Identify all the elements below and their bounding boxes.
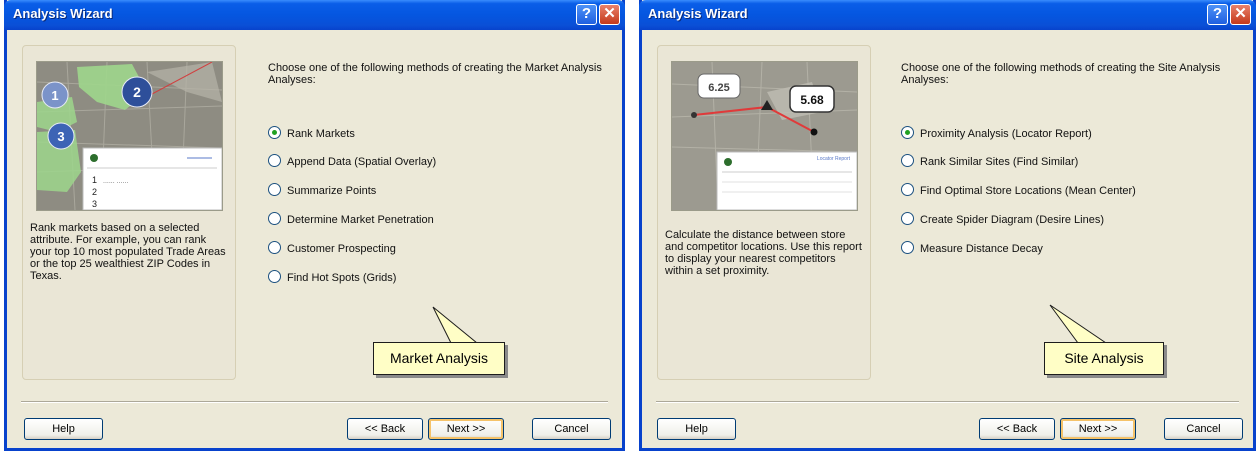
- radio-selected-icon[interactable]: [901, 126, 914, 139]
- option-append-data[interactable]: Append Data (Spatial Overlay): [268, 154, 436, 170]
- title-bar[interactable]: Analysis Wizard ? ✕: [639, 0, 1256, 30]
- map-marker-1: 1: [51, 88, 58, 103]
- market-analysis-wizard-dialog: Analysis Wizard ? ✕ 1 2 3 1 2 3 ...... .…: [4, 0, 625, 451]
- help-button[interactable]: Help: [657, 418, 736, 440]
- next-button[interactable]: Next >>: [428, 418, 504, 440]
- window-title: Analysis Wizard: [13, 6, 113, 21]
- radio-icon[interactable]: [268, 183, 281, 196]
- option-rank-similar-sites[interactable]: Rank Similar Sites (Find Similar): [901, 154, 1078, 170]
- option-summarize-points[interactable]: Summarize Points: [268, 183, 376, 199]
- description-panel: 1 2 3 1 2 3 ...... ...... Rank markets b…: [22, 45, 236, 380]
- distance-value-a: 6.25: [708, 82, 729, 94]
- question-icon: ?: [581, 5, 592, 22]
- close-icon: ✕: [603, 5, 616, 22]
- option-hot-spots[interactable]: Find Hot Spots (Grids): [268, 270, 396, 286]
- option-optimal-store-locations[interactable]: Find Optimal Store Locations (Mean Cente…: [901, 183, 1136, 199]
- method-description: Calculate the distance between store and…: [665, 229, 862, 277]
- option-rank-markets[interactable]: Rank Markets: [268, 126, 355, 142]
- option-spider-diagram[interactable]: Create Spider Diagram (Desire Lines): [901, 212, 1104, 228]
- option-label: Find Optimal Store Locations (Mean Cente…: [920, 185, 1136, 197]
- market-map-illustration: 1 2 3 1 2 3 ...... ......: [36, 61, 223, 211]
- option-label: Measure Distance Decay: [920, 243, 1043, 255]
- radio-icon[interactable]: [268, 270, 281, 283]
- back-button[interactable]: << Back: [979, 418, 1055, 440]
- help-button[interactable]: Help: [24, 418, 103, 440]
- method-description: Rank markets based on a selected attribu…: [30, 222, 226, 282]
- help-title-button[interactable]: ?: [1207, 4, 1228, 25]
- footer-divider: [656, 401, 1239, 403]
- option-label: Find Hot Spots (Grids): [287, 272, 397, 284]
- report-title: Locator Report: [817, 156, 851, 162]
- map-marker-2: 2: [133, 84, 141, 100]
- cancel-button[interactable]: Cancel: [1164, 418, 1243, 440]
- option-label: Append Data (Spatial Overlay): [287, 156, 437, 168]
- option-label: Customer Prospecting: [287, 243, 396, 255]
- help-title-button[interactable]: ?: [576, 4, 597, 25]
- option-market-penetration[interactable]: Determine Market Penetration: [268, 212, 434, 228]
- question-icon: ?: [1212, 5, 1223, 22]
- map-marker-3: 3: [57, 129, 64, 144]
- title-bar[interactable]: Analysis Wizard ? ✕: [4, 0, 625, 30]
- radio-icon[interactable]: [901, 212, 914, 225]
- next-button[interactable]: Next >>: [1060, 418, 1136, 440]
- instructions-text: Choose one of the following methods of c…: [901, 62, 1221, 86]
- option-distance-decay[interactable]: Measure Distance Decay: [901, 241, 1043, 257]
- close-button[interactable]: ✕: [1230, 4, 1251, 25]
- rank-row-3: 3: [92, 199, 97, 209]
- back-button[interactable]: << Back: [347, 418, 423, 440]
- window-title: Analysis Wizard: [648, 6, 748, 21]
- option-proximity-analysis[interactable]: Proximity Analysis (Locator Report): [901, 126, 1092, 142]
- option-label: Determine Market Penetration: [287, 214, 434, 226]
- radio-icon[interactable]: [268, 212, 281, 225]
- radio-selected-icon[interactable]: [268, 126, 281, 139]
- close-button[interactable]: ✕: [599, 4, 620, 25]
- callout-label: Site Analysis: [1044, 342, 1164, 375]
- radio-icon[interactable]: [901, 241, 914, 254]
- rank-row-2: 2: [92, 187, 97, 197]
- option-label: Create Spider Diagram (Desire Lines): [920, 214, 1105, 226]
- rank-row-filler: ...... ......: [103, 178, 128, 185]
- site-map-illustration: 6.25 5.68 Locator Report: [671, 61, 858, 211]
- radio-icon[interactable]: [901, 154, 914, 167]
- close-icon: ✕: [1234, 5, 1247, 22]
- description-panel: 6.25 5.68 Locator Report Calculate the d…: [657, 45, 871, 380]
- option-label: Proximity Analysis (Locator Report): [920, 128, 1092, 140]
- radio-icon[interactable]: [268, 154, 281, 167]
- instructions-text: Choose one of the following methods of c…: [268, 62, 602, 86]
- option-customer-prospecting[interactable]: Customer Prospecting: [268, 241, 396, 257]
- option-label: Rank Similar Sites (Find Similar): [920, 156, 1079, 168]
- footer-divider: [21, 401, 608, 403]
- option-label: Summarize Points: [287, 185, 377, 197]
- radio-icon[interactable]: [901, 183, 914, 196]
- cancel-button[interactable]: Cancel: [532, 418, 611, 440]
- radio-icon[interactable]: [268, 241, 281, 254]
- rank-row-1: 1: [92, 175, 97, 185]
- site-analysis-wizard-dialog: Analysis Wizard ? ✕ 6.25 5.68 Locator Re…: [639, 0, 1256, 451]
- option-label: Rank Markets: [287, 128, 355, 140]
- callout-label: Market Analysis: [373, 342, 505, 375]
- distance-value-b: 5.68: [800, 93, 824, 107]
